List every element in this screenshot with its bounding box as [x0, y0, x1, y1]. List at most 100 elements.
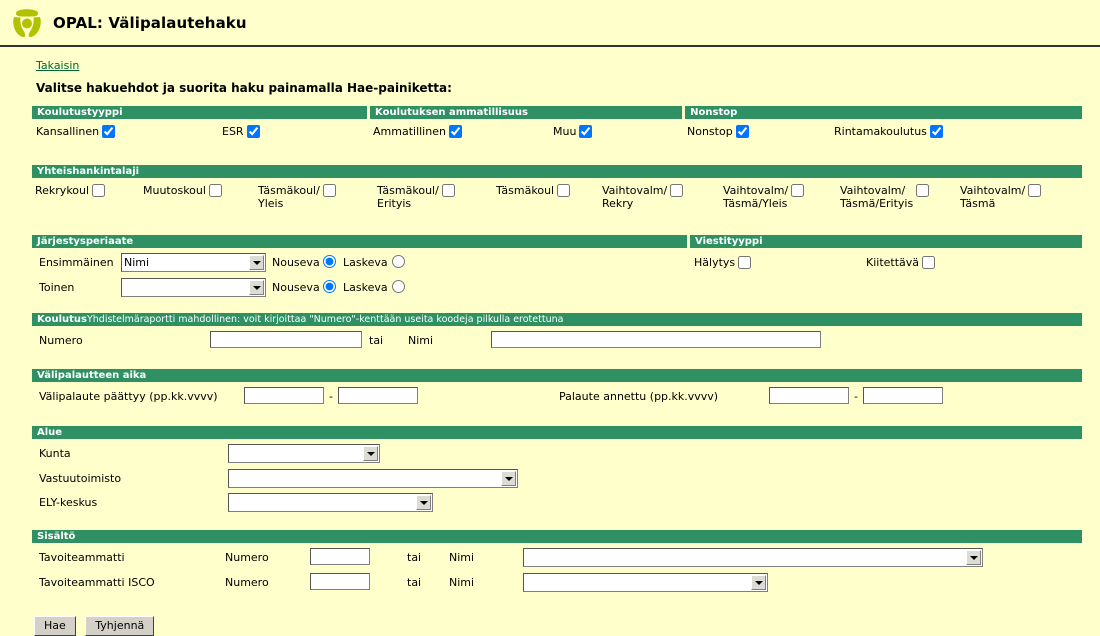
checkbox-kansallinen[interactable]: Kansallinen [36, 125, 116, 138]
bar-alue: Alue [32, 426, 1082, 439]
bar-koulutus-note: Yhdistelmäraportti mahdollinen: voit kir… [86, 314, 564, 325]
select-ensimmainen[interactable]: Nimi [121, 253, 266, 272]
bar-sisalto: Sisältö [32, 530, 1082, 543]
checkbox-muu[interactable]: Muu [553, 125, 593, 138]
input-annettu-from[interactable] [769, 387, 849, 404]
checkbox-vaihtovalm-rekry[interactable]: Vaihtovalm/ Rekry [602, 184, 684, 210]
section-body: Numero tai Nimi [32, 326, 1082, 365]
checkbox-ammatillinen-input[interactable] [448, 125, 462, 138]
checkbox-label: Hälytys [694, 256, 736, 269]
radio-nouseva-2[interactable] [323, 280, 336, 293]
label-annettu-separator: - [854, 390, 858, 403]
section-header-row: Välipalautteen aika [32, 369, 1082, 382]
bar-yhteishankintalaji: Yhteishankintalaji [32, 165, 1082, 178]
checkbox-rintamakoulutus[interactable]: Rintamakoulutus [834, 125, 943, 138]
label-toinen: Toinen [39, 281, 75, 294]
radio-nouseva-1[interactable] [323, 255, 336, 268]
checkbox-vaihtovalm-tasma-yleis-input[interactable] [791, 184, 805, 197]
clear-button[interactable]: Tyhjennä [85, 616, 155, 636]
label-tavoiteammatti-isco: Tavoiteammatti ISCO [39, 576, 155, 589]
section-jarjestysperiaate: Järjestysperiaate Viestityyppi Ensimmäin… [32, 235, 1082, 310]
input-koulutus-numero[interactable] [210, 331, 362, 348]
section-yhteishankintalaji: Yhteishankintalaji Rekrykoul Muutoskoul … [32, 165, 1082, 230]
checkbox-tasmakoul[interactable]: Täsmäkoul [496, 184, 571, 197]
checkbox-tasmakoul-yleis-input[interactable] [322, 184, 336, 197]
radio-laskeva-1[interactable] [392, 255, 405, 268]
select-ely-keskus-wrap[interactable] [228, 493, 433, 512]
checkbox-nonstop-input[interactable] [735, 125, 749, 138]
app-header: OPAL: Välipalautehaku [0, 0, 1100, 45]
input-paattyy-to[interactable] [338, 387, 418, 404]
button-row: Hae Tyhjennä [34, 616, 1100, 636]
checkbox-label: Täsmäkoul/ Yleis [258, 184, 320, 210]
input-tavoiteammatti-isco-numero[interactable] [310, 573, 370, 590]
checkbox-muutoskoul[interactable]: Muutoskoul [143, 184, 222, 197]
checkbox-vaihtovalm-tasma-input[interactable] [1028, 184, 1042, 197]
checkbox-vaihtovalm-tasma-erityis-input[interactable] [916, 184, 930, 197]
select-tavoiteammatti-isco-nimi[interactable] [523, 573, 768, 592]
label-koulutus-nimi: Nimi [408, 334, 434, 347]
checkbox-kiitettava-input[interactable] [922, 256, 936, 269]
checkbox-halytys[interactable]: Hälytys [694, 256, 752, 269]
label-tavoiteammatti-numero: Numero [225, 551, 269, 564]
checkbox-vaihtovalm-tasma-erityis[interactable]: Vaihtovalm/ Täsmä/Erityis [840, 184, 930, 210]
checkbox-label: Nonstop [687, 125, 733, 138]
select-vastuutoimisto-wrap[interactable] [228, 469, 518, 488]
input-koulutus-nimi[interactable] [491, 331, 821, 348]
section-body: Ensimmäinen Nimi Nouseva Laskeva Toinen … [32, 248, 1082, 310]
input-tavoiteammatti-numero[interactable] [310, 548, 370, 565]
select-toinen[interactable] [121, 278, 266, 297]
checkbox-label: Täsmäkoul [496, 184, 555, 197]
select-tavoiteammatti-nimi[interactable] [523, 548, 983, 567]
checkbox-vaihtovalm-tasma-yleis[interactable]: Vaihtovalm/ Täsmä/Yleis [723, 184, 805, 210]
checkbox-nonstop[interactable]: Nonstop [687, 125, 749, 138]
input-paattyy-from[interactable] [244, 387, 324, 404]
checkbox-label: Täsmäkoul/ Erityis [377, 184, 439, 210]
label-tavoiteammatti-isco-nimi: Nimi [449, 576, 475, 589]
checkbox-tasmakoul-erityis[interactable]: Täsmäkoul/ Erityis [377, 184, 455, 210]
checkbox-tasmakoul-yleis[interactable]: Täsmäkoul/ Yleis [258, 184, 336, 210]
radio-laskeva-2[interactable] [392, 280, 405, 293]
label-ely-keskus: ELY-keskus [39, 496, 98, 509]
section-header-row: Alue [32, 426, 1082, 439]
checkbox-kansallinen-input[interactable] [102, 125, 116, 138]
select-kunta[interactable] [228, 444, 380, 463]
checkbox-esr[interactable]: ESR [222, 125, 260, 138]
select-ely-keskus[interactable] [228, 493, 433, 512]
checkbox-rekrykoul-input[interactable] [92, 184, 106, 197]
checkbox-ammatillinen[interactable]: Ammatillinen [373, 125, 462, 138]
checkbox-label: Vaihtovalm/ Täsmä/Erityis [840, 184, 914, 210]
checkbox-halytys-input[interactable] [738, 256, 752, 269]
checkbox-tasmakoul-input[interactable] [557, 184, 571, 197]
section-body: Kansallinen ESR Ammatillinen Muu Nonstop… [32, 119, 1082, 159]
checkbox-label: Vaihtovalm/ Täsmä [960, 184, 1026, 210]
select-toinen-wrap[interactable] [121, 278, 266, 297]
section-header-row: Järjestysperiaate Viestityyppi [32, 235, 1082, 248]
checkbox-label: Rekrykoul [35, 184, 90, 197]
checkbox-label: ESR [222, 125, 244, 138]
select-tavoiteammatti-isco-nimi-wrap[interactable] [523, 573, 768, 592]
section-alue: Alue Kunta Vastuutoimisto ELY-keskus [32, 426, 1082, 528]
select-ensimmainen-wrap[interactable]: Nimi [121, 253, 266, 272]
checkbox-label: Ammatillinen [373, 125, 446, 138]
select-vastuutoimisto[interactable] [228, 469, 518, 488]
section-body: Rekrykoul Muutoskoul Täsmäkoul/ Yleis Tä… [32, 178, 1082, 230]
checkbox-muu-input[interactable] [579, 125, 593, 138]
back-link[interactable]: Takaisin [36, 59, 79, 72]
checkbox-vaihtovalm-tasma[interactable]: Vaihtovalm/ Täsmä [960, 184, 1042, 210]
checkbox-label: Vaihtovalm/ Rekry [602, 184, 668, 210]
checkbox-vaihtovalm-rekry-input[interactable] [670, 184, 684, 197]
checkbox-label: Muutoskoul [143, 184, 206, 197]
checkbox-tasmakoul-erityis-input[interactable] [441, 184, 455, 197]
checkbox-muutoskoul-input[interactable] [208, 184, 222, 197]
checkbox-rintamakoulutus-input[interactable] [929, 125, 943, 138]
checkbox-rekrykoul[interactable]: Rekrykoul [35, 184, 106, 197]
checkbox-kiitettava[interactable]: Kiitettävä [866, 256, 936, 269]
input-annettu-to[interactable] [863, 387, 943, 404]
checkbox-esr-input[interactable] [246, 125, 260, 138]
search-button[interactable]: Hae [34, 616, 76, 636]
label-tavoiteammatti-nimi: Nimi [449, 551, 475, 564]
label-koulutus-numero: Numero [39, 334, 83, 347]
select-kunta-wrap[interactable] [228, 444, 380, 463]
select-tavoiteammatti-nimi-wrap[interactable] [523, 548, 983, 567]
